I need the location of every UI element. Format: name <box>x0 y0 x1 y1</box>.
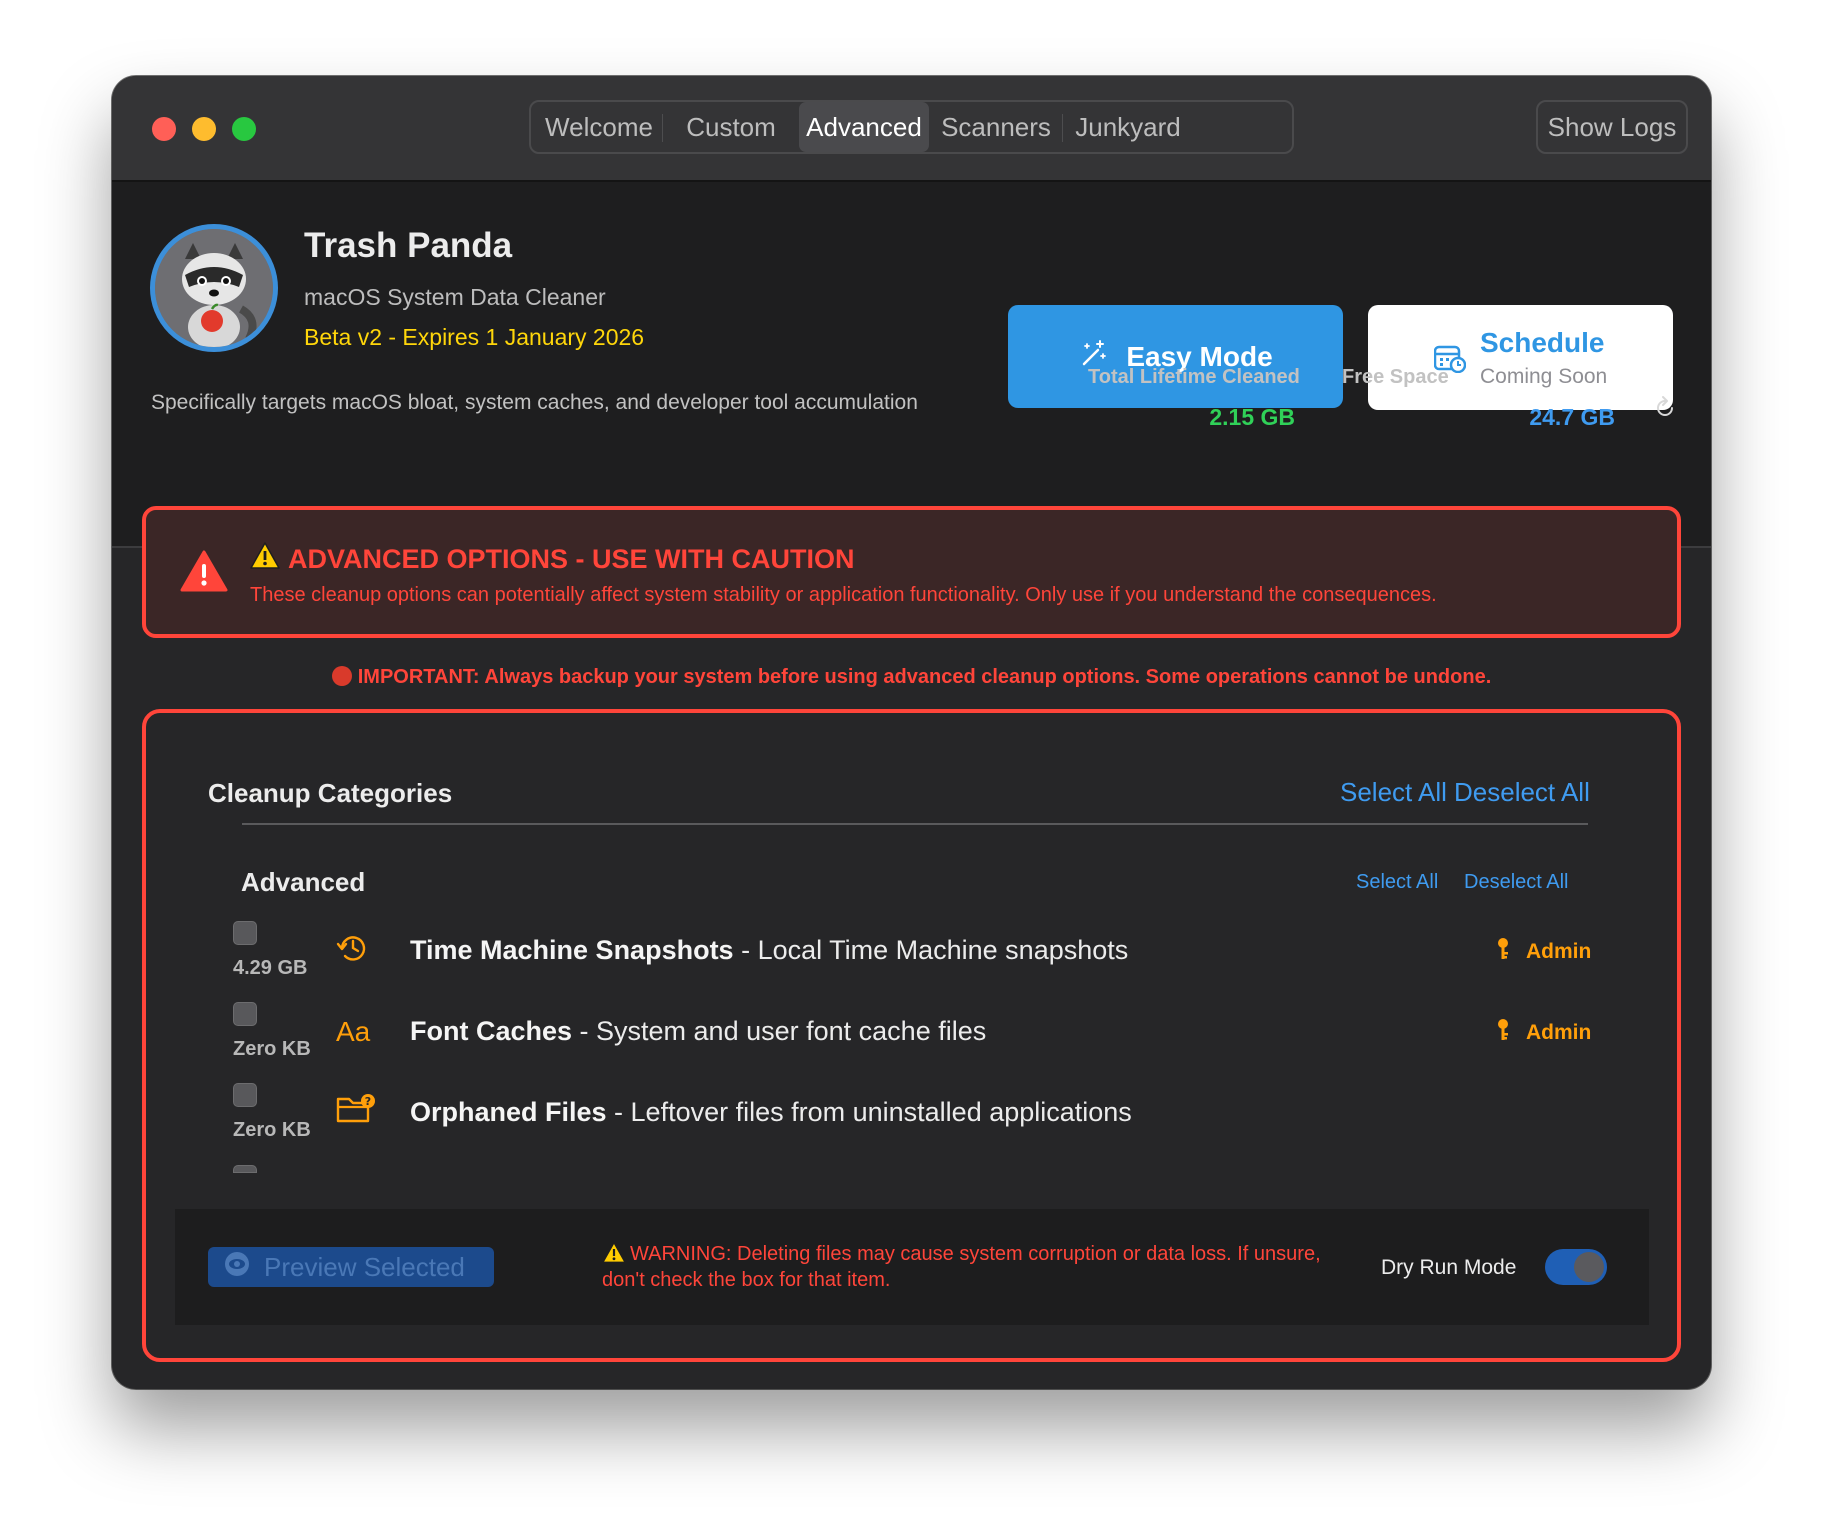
item-label: Orphaned Files - Leftover files from uni… <box>410 1097 1132 1128</box>
beta-expiry: Beta v2 - Expires 1 January 2026 <box>304 324 645 350</box>
schedule-label: Schedule <box>1480 327 1605 358</box>
title-bar: Welcome Custom Advanced Scanners Junkyar… <box>112 76 1711 182</box>
item-description: - Local Time Machine snapshots <box>733 935 1129 965</box>
group-select-all-link[interactable]: Select All <box>1356 871 1438 894</box>
tab-custom[interactable]: Custom <box>663 102 799 152</box>
group-title-advanced: Advanced <box>241 867 366 897</box>
folder-question-icon: ? <box>336 1093 376 1130</box>
raccoon-logo <box>150 224 278 352</box>
app-window: Welcome Custom Advanced Scanners Junkyar… <box>112 76 1711 1389</box>
item-description: - Leftover files from uninstalled applic… <box>606 1097 1132 1127</box>
item-size: Zero KB <box>233 1119 311 1141</box>
item-description: - System and user font cache files <box>572 1016 987 1046</box>
item-name: Time Machine Snapshots <box>410 935 734 965</box>
free-space-value: 24.7 GB <box>1529 404 1615 430</box>
backup-notice-text: IMPORTANT: Always backup your system bef… <box>357 666 1492 688</box>
toggle-knob <box>1574 1252 1604 1282</box>
free-space-label: Free Space <box>1342 366 1449 388</box>
admin-label: Admin <box>1526 940 1592 963</box>
item-size: 4.29 GB <box>233 957 308 979</box>
zoom-window-button[interactable] <box>232 117 256 141</box>
app-header: Trash Panda macOS System Data Cleaner Be… <box>112 182 1711 548</box>
schedule-button[interactable]: Schedule Coming Soon <box>1368 305 1673 410</box>
app-description: Specifically targets macOS bloat, system… <box>151 391 918 414</box>
deletion-warning: WARNING: Deleting files may cause system… <box>602 1241 1322 1293</box>
deselect-all-link[interactable]: Deselect All <box>1454 777 1590 808</box>
dry-run-toggle[interactable] <box>1545 1249 1607 1285</box>
item-name: Orphaned Files <box>410 1097 607 1127</box>
app-title: Trash Panda <box>304 226 513 265</box>
admin-badge: Admin <box>1496 937 1591 967</box>
admin-badge: Admin <box>1496 1018 1591 1048</box>
list-item: Zero KB ? Orphaned Files - Leftover file… <box>146 1083 1677 1163</box>
eye-icon <box>224 1251 250 1284</box>
stop-sign-icon <box>331 666 352 686</box>
categories-title: Cleanup Categories <box>208 778 453 808</box>
tab-advanced[interactable]: Advanced <box>799 102 929 152</box>
admin-label: Admin <box>1526 1021 1592 1044</box>
group-deselect-all-link[interactable]: Deselect All <box>1464 871 1569 894</box>
backup-notice: IMPORTANT: Always backup your system bef… <box>112 666 1711 689</box>
item-label: Font Caches - System and user font cache… <box>410 1016 986 1047</box>
warning-emoji-icon <box>602 1242 630 1265</box>
font-aa-icon: Aa <box>336 1016 371 1047</box>
preview-selected-label: Preview Selected <box>264 1251 465 1282</box>
tab-bar: Welcome Custom Advanced Scanners Junkyar… <box>529 100 1294 154</box>
item-checkbox[interactable] <box>233 921 257 945</box>
cleanup-categories-panel: Cleanup Categories Select All Deselect A… <box>142 709 1681 1362</box>
select-all-link[interactable]: Select All <box>1340 777 1447 808</box>
caution-text: These cleanup options can potentially af… <box>250 584 1437 606</box>
tab-scanners[interactable]: Scanners <box>929 102 1063 152</box>
list-item: 4.29 GB Time Machine Snapshots - Local T… <box>146 921 1677 1001</box>
item-label: Time Machine Snapshots - Local Time Mach… <box>410 935 1128 966</box>
refresh-icon[interactable] <box>1653 394 1677 425</box>
app-subtitle: macOS System Data Cleaner <box>304 284 606 310</box>
schedule-status: Coming Soon <box>1480 365 1608 388</box>
minimize-window-button[interactable] <box>192 117 216 141</box>
svg-text:?: ? <box>365 1095 371 1108</box>
key-icon <box>1496 1018 1510 1048</box>
caution-title-row: ADVANCED OPTIONS - USE WITH CAUTION <box>250 542 855 576</box>
caution-banner: ADVANCED OPTIONS - USE WITH CAUTION Thes… <box>142 506 1681 638</box>
lifetime-cleaned-value: 2.15 GB <box>1209 404 1295 430</box>
item-name: Font Caches <box>410 1016 573 1046</box>
tab-junkyard[interactable]: Junkyard <box>1063 102 1193 152</box>
list-item: Zero KB Aa Font Caches - System and user… <box>146 1002 1677 1082</box>
key-icon <box>1496 937 1510 967</box>
item-size: Zero KB <box>233 1038 311 1060</box>
close-window-button[interactable] <box>152 117 176 141</box>
item-checkbox[interactable] <box>233 1002 257 1026</box>
preview-selected-button[interactable]: Preview Selected <box>208 1247 494 1287</box>
show-logs-button[interactable]: Show Logs <box>1536 100 1688 154</box>
warning-emoji-icon <box>250 542 280 576</box>
tab-welcome[interactable]: Welcome <box>535 102 663 152</box>
warning-triangle-icon <box>180 550 228 597</box>
item-checkbox[interactable] <box>233 1165 257 1173</box>
action-footer: Preview Selected WARNING: Deleting files… <box>175 1209 1649 1325</box>
history-clock-icon <box>336 931 370 970</box>
dry-run-label: Dry Run Mode <box>1381 1256 1517 1279</box>
item-checkbox[interactable] <box>233 1083 257 1107</box>
deletion-warning-text: WARNING: Deleting files may cause system… <box>602 1243 1321 1291</box>
easy-mode-button[interactable]: Easy Mode <box>1008 305 1343 408</box>
section-divider <box>242 823 1588 825</box>
lifetime-cleaned-label: Total Lifetime Cleaned <box>1088 366 1300 388</box>
caution-title: ADVANCED OPTIONS - USE WITH CAUTION <box>288 543 855 574</box>
